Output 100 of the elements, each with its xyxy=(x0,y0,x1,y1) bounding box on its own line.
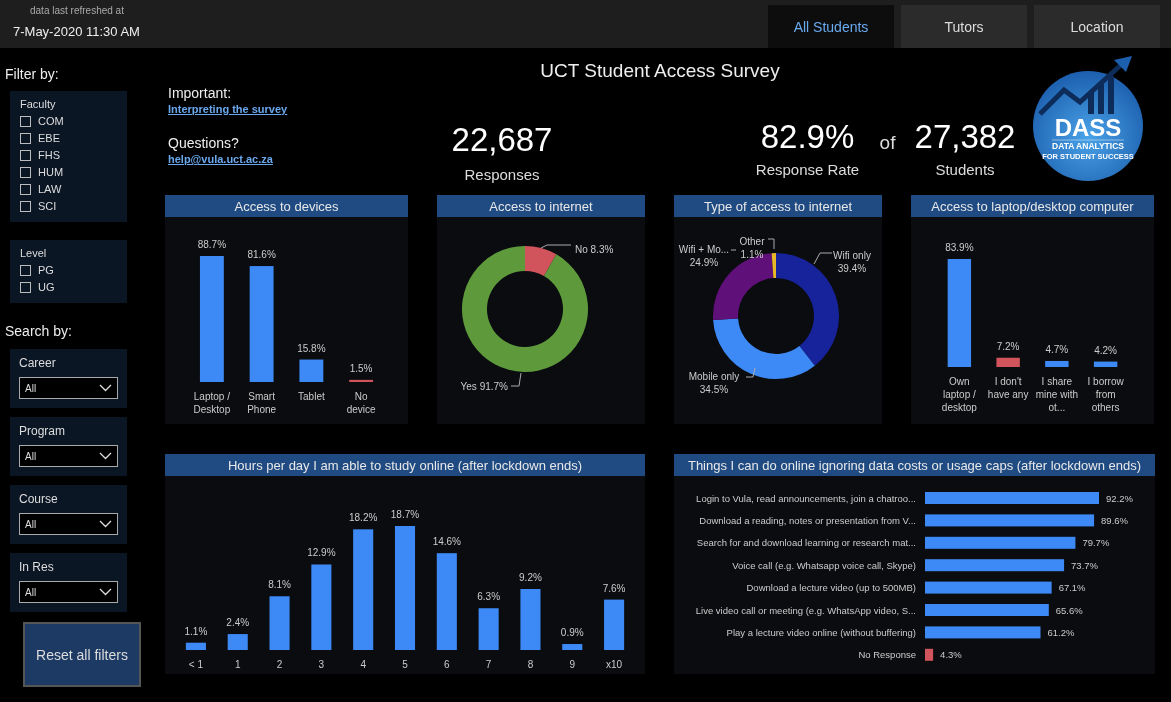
data-label: 67.1% xyxy=(1058,582,1086,594)
slice-label: Wifi + Mo... 24.9% xyxy=(678,244,730,268)
refresh-timestamp: 7-May-2020 11:30 AM xyxy=(13,24,140,39)
leader-line xyxy=(510,372,522,387)
category-label: 5 xyxy=(401,658,409,671)
slice-label: No 8.3% xyxy=(575,244,614,255)
category-label: No Response xyxy=(858,649,916,661)
data-label: 18.2% xyxy=(349,512,378,524)
students-label: Students xyxy=(935,161,995,178)
page-tab[interactable]: All Students xyxy=(768,5,894,48)
slice-label: Wifi only 39.4% xyxy=(833,250,871,274)
filter-title: In Res xyxy=(19,560,55,574)
panel-title: Access to laptop/desktop computer xyxy=(911,195,1154,217)
filter-option[interactable]: COM xyxy=(20,113,127,129)
slice-label: Other 1.1% xyxy=(739,236,765,260)
leader-line xyxy=(767,238,775,250)
category-label: Laptop / Desktop xyxy=(192,390,232,416)
note-link[interactable]: Interpreting the survey xyxy=(168,103,288,115)
panel-title: Things I can do online ignoring data costs or usage caps (after lockdown ends) xyxy=(674,454,1155,476)
category-label: 3 xyxy=(317,658,326,671)
category-label: x10 xyxy=(605,658,624,671)
filter-option[interactable]: LAW xyxy=(20,181,127,197)
students-value: 27,382 xyxy=(914,119,1016,155)
category-label: 4 xyxy=(359,658,367,671)
category-label: Search for and download learning or research mat... xyxy=(696,537,916,549)
data-label: 14.6% xyxy=(432,536,461,548)
filter-title: Career xyxy=(19,356,57,370)
chevron-down-icon xyxy=(99,452,112,460)
responses-value: 22,687 xyxy=(451,122,553,158)
category-label: Smart Phone xyxy=(246,390,278,416)
panel-title: Access to internet xyxy=(437,195,645,217)
filter-option[interactable]: SCI xyxy=(20,198,127,214)
dropdown[interactable]: All xyxy=(19,377,118,399)
category-label: Download a reading, notes or presentation from V... xyxy=(699,514,916,526)
reset-button[interactable]: Reset all filters xyxy=(23,622,141,687)
category-label: 8 xyxy=(526,658,535,671)
filter-option[interactable]: UG xyxy=(20,279,127,295)
data-label: 83.9% xyxy=(945,242,974,253)
category-label: Login to Vula, read announcements, join a chatroo... xyxy=(696,492,916,504)
category-label: Play a lecture video online (without buffering) xyxy=(726,626,916,638)
filter-option[interactable]: EBE xyxy=(20,130,127,146)
category-label: No device xyxy=(345,390,377,416)
data-label: 6.3% xyxy=(477,591,501,603)
dropdown[interactable]: All xyxy=(19,581,118,603)
refresh-label: data last refreshed at xyxy=(29,5,125,16)
category-label: 6 xyxy=(443,658,451,671)
slice-label: Mobile only 34.5% xyxy=(688,371,740,395)
category-label: I borrow from others xyxy=(1086,375,1125,414)
data-label: 61.2% xyxy=(1047,626,1075,638)
checkbox[interactable] xyxy=(20,183,31,195)
note-link[interactable]: help@vula.uct.ac.za xyxy=(168,153,273,165)
filter-title: Program xyxy=(19,424,66,438)
data-label: 79.7% xyxy=(1082,537,1110,549)
leader-line xyxy=(730,249,737,251)
checkbox[interactable] xyxy=(20,149,31,161)
data-label: 88.7% xyxy=(197,239,227,250)
leader-line xyxy=(540,244,572,249)
filter-option[interactable]: HUM xyxy=(20,164,127,180)
data-label: 2.4% xyxy=(226,617,250,629)
checkbox[interactable] xyxy=(20,200,31,212)
filter-option[interactable]: FHS xyxy=(20,147,127,163)
responses-label: Responses xyxy=(464,166,540,183)
page-tab[interactable]: Tutors xyxy=(901,5,1027,48)
note-heading: Questions? xyxy=(168,135,239,151)
filter-title: Level xyxy=(20,247,48,259)
filter-option[interactable]: PG xyxy=(20,262,127,278)
checkbox[interactable] xyxy=(20,115,31,127)
joiner-text: of xyxy=(879,131,896,154)
dropdown[interactable]: All xyxy=(19,513,118,535)
response-rate-label: Response Rate xyxy=(755,161,860,178)
panel-title: Access to devices xyxy=(165,195,408,217)
chevron-down-icon xyxy=(99,588,112,596)
data-label: 65.6% xyxy=(1055,604,1083,616)
filter-title: Course xyxy=(19,492,59,506)
search-heading: Search by: xyxy=(5,323,73,339)
data-label: 4.3% xyxy=(940,649,962,661)
leader-line xyxy=(813,252,833,265)
category-label: < 1 xyxy=(187,658,204,671)
category-label: Tablet xyxy=(297,390,326,404)
data-label: 8.1% xyxy=(268,579,291,591)
leader-line xyxy=(745,367,756,378)
category-label: Voice call (e.g. Whatsapp voice call, Skype) xyxy=(732,559,916,571)
data-label: 9.2% xyxy=(519,572,542,583)
checkbox[interactable] xyxy=(20,264,31,276)
category-label: Live video call or meeting (e.g. WhatsApp video, S... xyxy=(695,604,916,616)
category-label: Own laptop / desktop xyxy=(940,375,978,414)
category-label: Download a lecture video (up to 500MB) xyxy=(746,582,916,594)
note-heading: Important: xyxy=(168,85,232,101)
panel-title: Type of access to internet xyxy=(674,195,882,217)
checkbox[interactable] xyxy=(20,166,31,178)
filter-heading: Filter by: xyxy=(5,66,60,82)
category-label: 9 xyxy=(568,658,577,671)
data-label: 89.6% xyxy=(1101,514,1129,526)
checkbox[interactable] xyxy=(20,281,31,293)
page-tab[interactable]: Location xyxy=(1034,5,1160,48)
category-label: I don't have any xyxy=(986,375,1030,402)
checkbox[interactable] xyxy=(20,132,31,144)
report-title: UCT Student Access Survey xyxy=(539,60,781,83)
dropdown[interactable]: All xyxy=(19,445,118,467)
category-label: 1 xyxy=(233,658,242,671)
